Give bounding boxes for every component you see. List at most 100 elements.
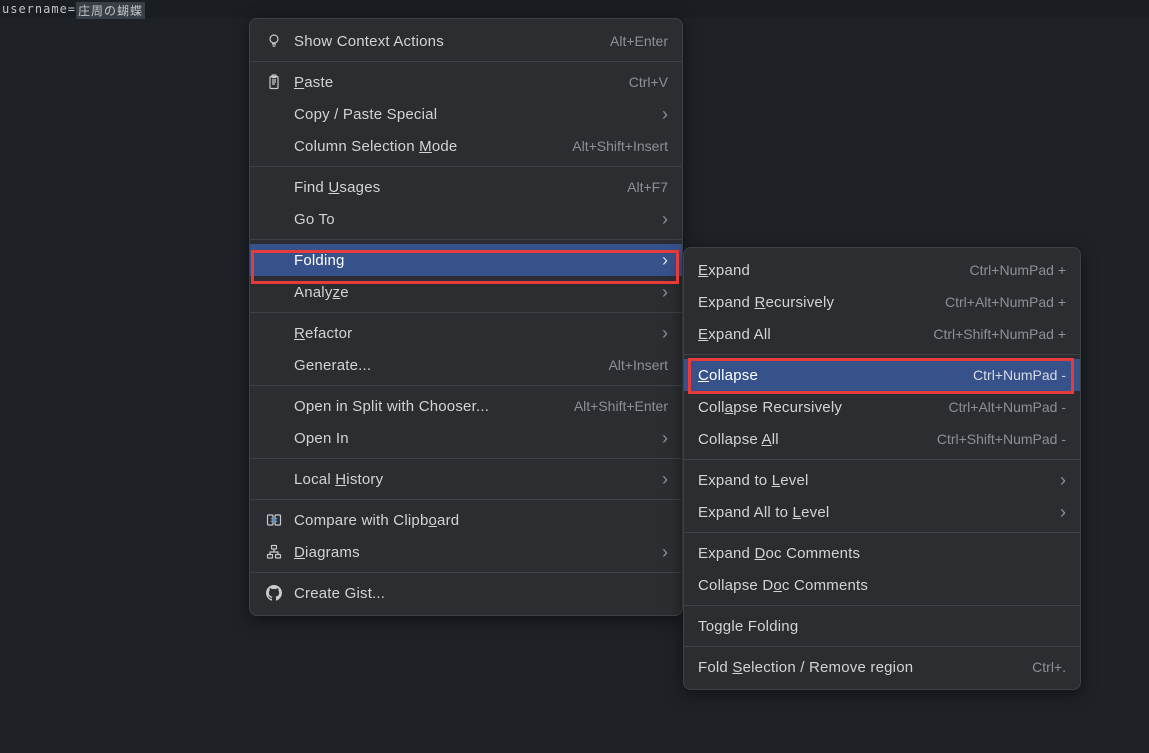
menu-item-label: Create Gist... [294, 585, 668, 602]
menu-shortcut: Ctrl+V [629, 74, 668, 90]
menu-item-label: Expand [698, 262, 970, 279]
menu-shortcut: Ctrl+Alt+NumPad - [949, 399, 1066, 415]
menu-item-label: Open in Split with Chooser... [294, 398, 574, 415]
bulb-icon [264, 31, 284, 51]
menu-item-label: Expand All to Level [698, 504, 1052, 521]
menu-item-label: Column Selection Mode [294, 138, 572, 155]
chevron-right-icon: › [662, 470, 668, 488]
editor-top-bar [0, 0, 1149, 18]
chevron-right-icon: › [662, 429, 668, 447]
menu-item-label: Collapse Recursively [698, 399, 949, 416]
menu-divider [250, 499, 682, 500]
menu-item-find-usages[interactable]: Find UsagesAlt+F7 [250, 171, 682, 203]
menu-shortcut: Ctrl+Shift+NumPad - [937, 431, 1066, 447]
menu-item-collapse-recursively[interactable]: Collapse RecursivelyCtrl+Alt+NumPad - [684, 391, 1080, 423]
menu-item-label: Find Usages [294, 179, 627, 196]
menu-item-diagrams[interactable]: Diagrams › [250, 536, 682, 568]
menu-divider [684, 646, 1080, 647]
github-icon [264, 583, 284, 603]
menu-item-collapse[interactable]: CollapseCtrl+NumPad - [684, 359, 1080, 391]
menu-item-label: Expand Recursively [698, 294, 945, 311]
menu-item-compare-with-clipboard[interactable]: Compare with Clipboard [250, 504, 682, 536]
menu-item-analyze[interactable]: Analyze › [250, 276, 682, 308]
chevron-right-icon: › [662, 251, 668, 269]
menu-item-label: Generate... [294, 357, 608, 374]
menu-shortcut: Ctrl+Alt+NumPad + [945, 294, 1066, 310]
menu-divider [250, 458, 682, 459]
menu-item-generate[interactable]: Generate...Alt+Insert [250, 349, 682, 381]
menu-item-label: Folding [294, 252, 654, 269]
diagram-icon [264, 542, 284, 562]
menu-item-label: Show Context Actions [294, 33, 610, 50]
menu-shortcut: Alt+Enter [610, 33, 668, 49]
menu-item-toggle-folding[interactable]: Toggle Folding [684, 610, 1080, 642]
chevron-right-icon: › [662, 543, 668, 561]
menu-item-refactor[interactable]: Refactor › [250, 317, 682, 349]
menu-shortcut: Alt+Shift+Enter [574, 398, 668, 414]
menu-item-label: Fold Selection / Remove region [698, 659, 1032, 676]
menu-item-label: Paste [294, 74, 629, 91]
menu-shortcut: Alt+Insert [608, 357, 668, 373]
menu-item-label: Expand Doc Comments [698, 545, 1066, 562]
menu-divider [250, 385, 682, 386]
menu-item-folding[interactable]: Folding › [250, 244, 682, 276]
menu-item-label: Collapse [698, 367, 973, 384]
menu-item-label: Toggle Folding [698, 618, 1066, 635]
menu-shortcut: Ctrl+. [1032, 659, 1066, 675]
editor-line[interactable]: username=庄周の蝴蝶 [2, 2, 145, 19]
menu-item-label: Copy / Paste Special [294, 106, 654, 123]
menu-item-expand[interactable]: ExpandCtrl+NumPad + [684, 254, 1080, 286]
menu-shortcut: Ctrl+NumPad + [970, 262, 1066, 278]
menu-item-label: Expand to Level [698, 472, 1052, 489]
menu-item-label: Refactor [294, 325, 654, 342]
chevron-right-icon: › [662, 105, 668, 123]
menu-divider [250, 166, 682, 167]
menu-item-collapse-all[interactable]: Collapse AllCtrl+Shift+NumPad - [684, 423, 1080, 455]
menu-item-label: Go To [294, 211, 654, 228]
menu-item-create-gist[interactable]: Create Gist... [250, 577, 682, 609]
menu-item-open-in[interactable]: Open In › [250, 422, 682, 454]
menu-shortcut: Ctrl+Shift+NumPad + [933, 326, 1066, 342]
chevron-right-icon: › [662, 283, 668, 301]
menu-divider [250, 312, 682, 313]
clipboard-icon [264, 72, 284, 92]
menu-item-open-in-split-with-chooser[interactable]: Open in Split with Chooser...Alt+Shift+E… [250, 390, 682, 422]
menu-divider [250, 572, 682, 573]
menu-item-show-context-actions[interactable]: Show Context ActionsAlt+Enter [250, 25, 682, 57]
menu-shortcut: Ctrl+NumPad - [973, 367, 1066, 383]
menu-item-expand-doc-comments[interactable]: Expand Doc Comments [684, 537, 1080, 569]
compare-icon [264, 510, 284, 530]
menu-divider [684, 532, 1080, 533]
menu-item-column-selection-mode[interactable]: Column Selection ModeAlt+Shift+Insert [250, 130, 682, 162]
menu-item-copy-paste-special[interactable]: Copy / Paste Special › [250, 98, 682, 130]
menu-item-fold-selection-remove-region[interactable]: Fold Selection / Remove regionCtrl+. [684, 651, 1080, 683]
menu-divider [250, 61, 682, 62]
menu-item-paste[interactable]: PasteCtrl+V [250, 66, 682, 98]
menu-divider [684, 605, 1080, 606]
menu-item-label: Diagrams [294, 544, 654, 561]
menu-item-go-to[interactable]: Go To › [250, 203, 682, 235]
editor-key: username= [2, 2, 76, 19]
menu-item-expand-recursively[interactable]: Expand RecursivelyCtrl+Alt+NumPad + [684, 286, 1080, 318]
menu-shortcut: Alt+Shift+Insert [572, 138, 668, 154]
menu-item-collapse-doc-comments[interactable]: Collapse Doc Comments [684, 569, 1080, 601]
chevron-right-icon: › [1060, 503, 1066, 521]
menu-item-expand-all-to-level[interactable]: Expand All to Level › [684, 496, 1080, 528]
menu-item-label: Analyze [294, 284, 654, 301]
menu-divider [684, 459, 1080, 460]
menu-shortcut: Alt+F7 [627, 179, 668, 195]
menu-item-expand-to-level[interactable]: Expand to Level › [684, 464, 1080, 496]
menu-item-expand-all[interactable]: Expand AllCtrl+Shift+NumPad + [684, 318, 1080, 350]
menu-item-label: Collapse All [698, 431, 937, 448]
context-menu-main: Show Context ActionsAlt+Enter PasteCtrl+V… [249, 18, 683, 616]
menu-item-local-history[interactable]: Local History › [250, 463, 682, 495]
menu-item-label: Open In [294, 430, 654, 447]
chevron-right-icon: › [1060, 471, 1066, 489]
context-menu-folding: ExpandCtrl+NumPad +Expand RecursivelyCtr… [683, 247, 1081, 690]
chevron-right-icon: › [662, 324, 668, 342]
chevron-right-icon: › [662, 210, 668, 228]
menu-item-label: Compare with Clipboard [294, 512, 668, 529]
menu-item-label: Local History [294, 471, 654, 488]
editor-value: 庄周の蝴蝶 [76, 2, 145, 19]
menu-divider [250, 239, 682, 240]
